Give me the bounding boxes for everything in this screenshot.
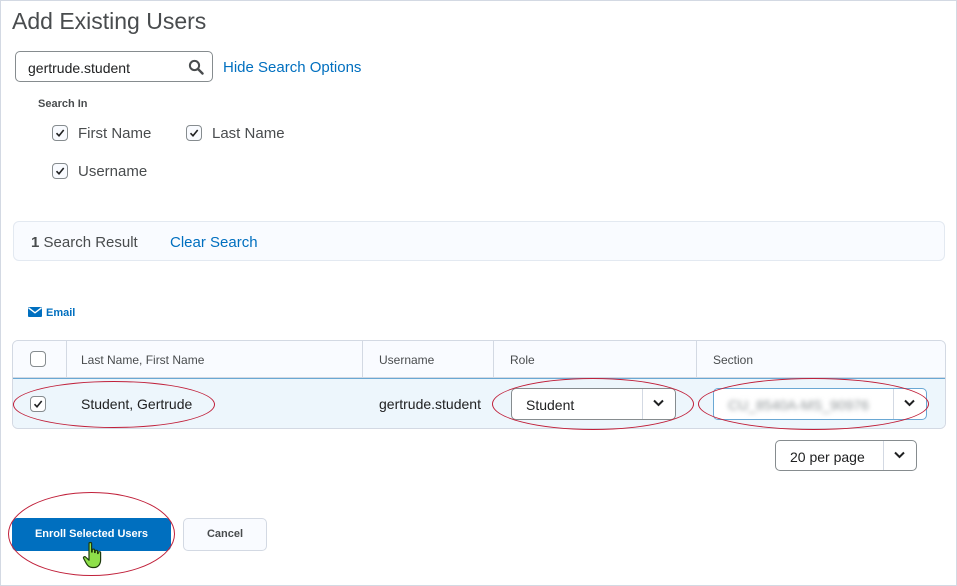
chevron-down-icon xyxy=(642,389,675,419)
row-select-checkbox[interactable] xyxy=(30,396,46,412)
first-name-checkbox[interactable] xyxy=(52,125,68,141)
username-checkbox[interactable] xyxy=(52,163,68,179)
checkmark-icon xyxy=(33,400,43,409)
column-header-section[interactable]: Section xyxy=(713,353,753,367)
per-page-value: 20 per page xyxy=(790,449,865,465)
chevron-down-icon xyxy=(893,389,926,419)
envelope-icon xyxy=(28,307,42,320)
username-label: Username xyxy=(78,163,148,180)
search-results-bar: 1 Search Result Clear Search xyxy=(13,221,945,261)
email-button[interactable]: Email xyxy=(28,307,75,320)
last-name-checkbox[interactable] xyxy=(186,125,202,141)
table-header: Last Name, First Name Username Role Sect… xyxy=(13,341,945,378)
role-select-value: Student xyxy=(526,397,575,413)
user-full-name: Student, Gertrude xyxy=(81,396,193,412)
search-result-count: 1 Search Result xyxy=(31,234,138,251)
per-page-select[interactable]: 20 per page xyxy=(775,440,917,471)
select-all-checkbox[interactable] xyxy=(30,351,46,367)
column-header-name[interactable]: Last Name, First Name xyxy=(81,353,204,367)
role-select[interactable]: Student xyxy=(511,388,676,420)
hand-pointer-icon xyxy=(82,541,104,574)
checkmark-icon xyxy=(55,167,65,176)
clear-search-link[interactable]: Clear Search xyxy=(170,234,258,251)
chevron-down-icon xyxy=(883,441,916,470)
first-name-label: First Name xyxy=(78,125,152,142)
user-username: gertrude.student xyxy=(379,396,481,412)
checkmark-icon xyxy=(189,129,199,138)
checkmark-icon xyxy=(55,129,65,138)
section-select-value: CU_8540A-MS_90976 xyxy=(728,397,869,413)
search-input-value: gertrude.student xyxy=(28,60,130,76)
column-header-username[interactable]: Username xyxy=(379,353,434,367)
search-icon[interactable] xyxy=(188,59,204,75)
page-title: Add Existing Users xyxy=(12,8,207,34)
email-label: Email xyxy=(46,307,76,319)
table-row[interactable]: Student, Gertrude gertrude.student Stude… xyxy=(13,378,945,428)
search-in-label: Search In xyxy=(38,98,88,110)
section-select[interactable]: CU_8540A-MS_90976 xyxy=(713,388,927,420)
hide-search-options-link[interactable]: Hide Search Options xyxy=(223,59,361,76)
page-frame xyxy=(0,0,957,586)
column-header-role[interactable]: Role xyxy=(510,353,535,367)
search-input[interactable]: gertrude.student xyxy=(15,51,213,82)
last-name-label: Last Name xyxy=(212,125,285,142)
users-table: Last Name, First Name Username Role Sect… xyxy=(12,340,946,429)
cancel-button[interactable]: Cancel xyxy=(183,518,267,551)
